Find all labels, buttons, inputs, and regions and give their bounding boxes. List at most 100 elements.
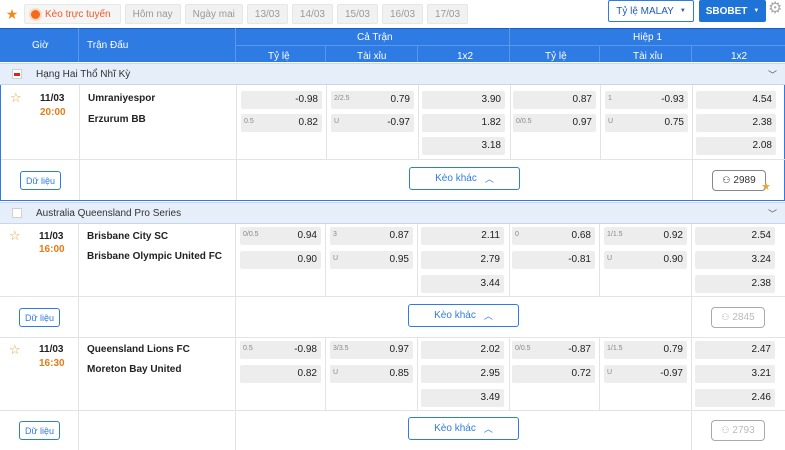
date-tab-17-03[interactable]: 17/03 (427, 4, 469, 24)
odds-cell[interactable]: 2/2.5 0.79 (331, 91, 414, 109)
data-button[interactable]: Dữ liệu (20, 171, 61, 190)
odds-cell[interactable]: U -0.97 (604, 365, 687, 383)
date-tab-tomorrow[interactable]: Ngày mai (184, 4, 243, 24)
chevron-down-icon[interactable]: ﹀ (768, 68, 777, 81)
odds-cell[interactable]: 0/0.5 0.94 (240, 227, 321, 245)
header-full-match: Cả Trận (357, 32, 393, 43)
live-odds-label: Kèo trực tuyến (45, 8, 111, 20)
favorite-star-icon[interactable]: ☆ (10, 90, 22, 106)
away-team: Erzurum BB (88, 114, 146, 125)
header-ft-over-under: Tài xỉu (357, 51, 387, 62)
header-divider (691, 45, 692, 62)
viewers-count-button[interactable]: ⚇ 2793 (711, 420, 765, 441)
odds-cell[interactable]: 2.95 (421, 365, 504, 383)
odds-cell[interactable]: -0.98 (241, 91, 322, 109)
odds-cell[interactable]: 1.82 (422, 114, 505, 132)
people-icon: ⚇ (722, 175, 731, 185)
match-row: ☆ 11/03 16:00 Brisbane City SC Brisbane … (0, 224, 785, 338)
odds-cell[interactable]: U 0.75 (605, 114, 688, 132)
chevron-down-icon[interactable]: ﹀ (768, 207, 777, 220)
odds-cell[interactable]: 0.72 (512, 365, 595, 383)
favorites-star-icon[interactable]: ★ (3, 5, 21, 23)
odds-cell[interactable]: 2.79 (421, 251, 504, 269)
star-badge-icon: ★ (761, 181, 771, 193)
away-team: Brisbane Olympic United FC (87, 251, 223, 262)
odds-cell[interactable]: 2.38 (696, 114, 776, 132)
odds-cell[interactable]: 3.44 (421, 275, 504, 293)
home-team: Brisbane City SC (87, 231, 169, 242)
date-tab-14-03[interactable]: 14/03 (291, 4, 333, 24)
date-tab-today[interactable]: Hôm nay (124, 4, 181, 24)
odds-cell[interactable]: U 0.90 (604, 251, 687, 269)
odds-cell[interactable]: 3.21 (695, 365, 775, 383)
data-button[interactable]: Dữ liệu (19, 421, 60, 440)
viewers-count-button[interactable]: ⚇ 2845 (711, 307, 765, 328)
chevron-up-icon: ︿ (483, 311, 493, 321)
odds-cell[interactable]: 3/3.5 0.97 (330, 341, 413, 359)
league-row[interactable]: Australia Queensland Pro Series ﹀ (0, 202, 785, 224)
people-icon: ⚇ (721, 312, 730, 322)
odds-cell[interactable]: 0/0.5 0.97 (513, 114, 596, 132)
odds-cell[interactable]: 3.49 (421, 389, 504, 407)
odds-cell[interactable]: 2.11 (421, 227, 504, 245)
match-row: ☆ 11/03 16:30 Queensland Lions FC Moreto… (0, 338, 785, 450)
away-team: Moreton Bay United (87, 364, 182, 375)
odds-cell[interactable]: 1/1.5 0.79 (604, 341, 687, 359)
odds-cell[interactable]: 0.87 (513, 91, 596, 109)
odds-cell[interactable]: 3.90 (422, 91, 505, 109)
more-odds-button[interactable]: Kèo khác ︿ (408, 417, 519, 440)
header-time: Giờ (32, 40, 49, 51)
odds-cell[interactable]: 2.02 (421, 341, 504, 359)
bookmaker-dropdown[interactable]: SBOBET ▼ (699, 0, 766, 22)
data-button[interactable]: Dữ liệu (19, 308, 60, 327)
odds-cell[interactable]: 2.47 (695, 341, 775, 359)
league-flag-icon (12, 208, 22, 218)
odds-cell[interactable]: -0.81 (512, 251, 595, 269)
odds-cell[interactable]: 0.5 -0.98 (240, 341, 321, 359)
viewers-count-button[interactable]: ⚇ 2989 (712, 170, 766, 191)
odds-cell[interactable]: 2.46 (695, 389, 775, 407)
league-name: Australia Queensland Pro Series (36, 207, 182, 219)
odds-cell[interactable]: 2.08 (696, 137, 776, 155)
more-odds-button[interactable]: Kèo khác ︿ (408, 304, 519, 327)
odds-cell[interactable]: 0/0.5 -0.87 (512, 341, 595, 359)
date-tab-16-03[interactable]: 16/03 (381, 4, 424, 24)
odds-cell[interactable]: 2.54 (695, 227, 775, 245)
people-icon: ⚇ (721, 425, 730, 435)
header-divider (599, 45, 600, 62)
match-time: 16:00 (39, 244, 65, 255)
header-divider (235, 45, 785, 46)
header-h1-over-under: Tài xỉu (633, 51, 663, 62)
odds-cell[interactable]: 0.90 (240, 251, 321, 269)
match-row: ☆ 11/03 20:00 Umraniyespor Erzurum BB -0… (0, 85, 785, 201)
bookmaker-label: SBOBET (705, 5, 748, 17)
league-flag-icon (12, 69, 22, 79)
live-dot-icon (31, 9, 40, 19)
favorite-star-icon[interactable]: ☆ (9, 342, 21, 358)
odds-cell[interactable]: 1 -0.93 (605, 91, 688, 109)
date-tab-13-03[interactable]: 13/03 (246, 4, 288, 24)
odds-cell[interactable]: U 0.95 (330, 251, 413, 269)
odds-cell[interactable]: 0.5 0.82 (241, 114, 322, 132)
odds-cell[interactable]: 3 0.87 (330, 227, 413, 245)
favorite-star-icon[interactable]: ☆ (9, 228, 21, 244)
header-divider (78, 28, 79, 62)
odds-cell[interactable]: 3.18 (422, 137, 505, 155)
odds-cell[interactable]: U -0.97 (331, 114, 414, 132)
odds-cell[interactable]: 3.24 (695, 251, 775, 269)
odds-cell[interactable]: 0.82 (240, 365, 321, 383)
odds-cell[interactable]: U 0.85 (330, 365, 413, 383)
date-tab-15-03[interactable]: 15/03 (336, 4, 378, 24)
odds-cell[interactable]: 0 0.68 (512, 227, 595, 245)
more-odds-button[interactable]: Kèo khác ︿ (409, 167, 520, 190)
odds-type-label: Tỷ lệ MALAY (616, 5, 674, 17)
caret-down-icon: ▼ (679, 8, 686, 14)
odds-type-dropdown[interactable]: Tỷ lệ MALAY ▼ (608, 0, 694, 22)
gear-icon[interactable]: ⚙ (768, 0, 785, 17)
odds-cell[interactable]: 2.38 (695, 275, 775, 293)
match-time: 16:30 (39, 358, 65, 369)
odds-cell[interactable]: 1/1.5 0.92 (604, 227, 687, 245)
league-row[interactable]: Hạng Hai Thổ Nhĩ Kỳ ﹀ (0, 63, 785, 85)
live-odds-tab[interactable]: Kèo trực tuyến (24, 4, 121, 24)
odds-cell[interactable]: 4.54 (696, 91, 776, 109)
